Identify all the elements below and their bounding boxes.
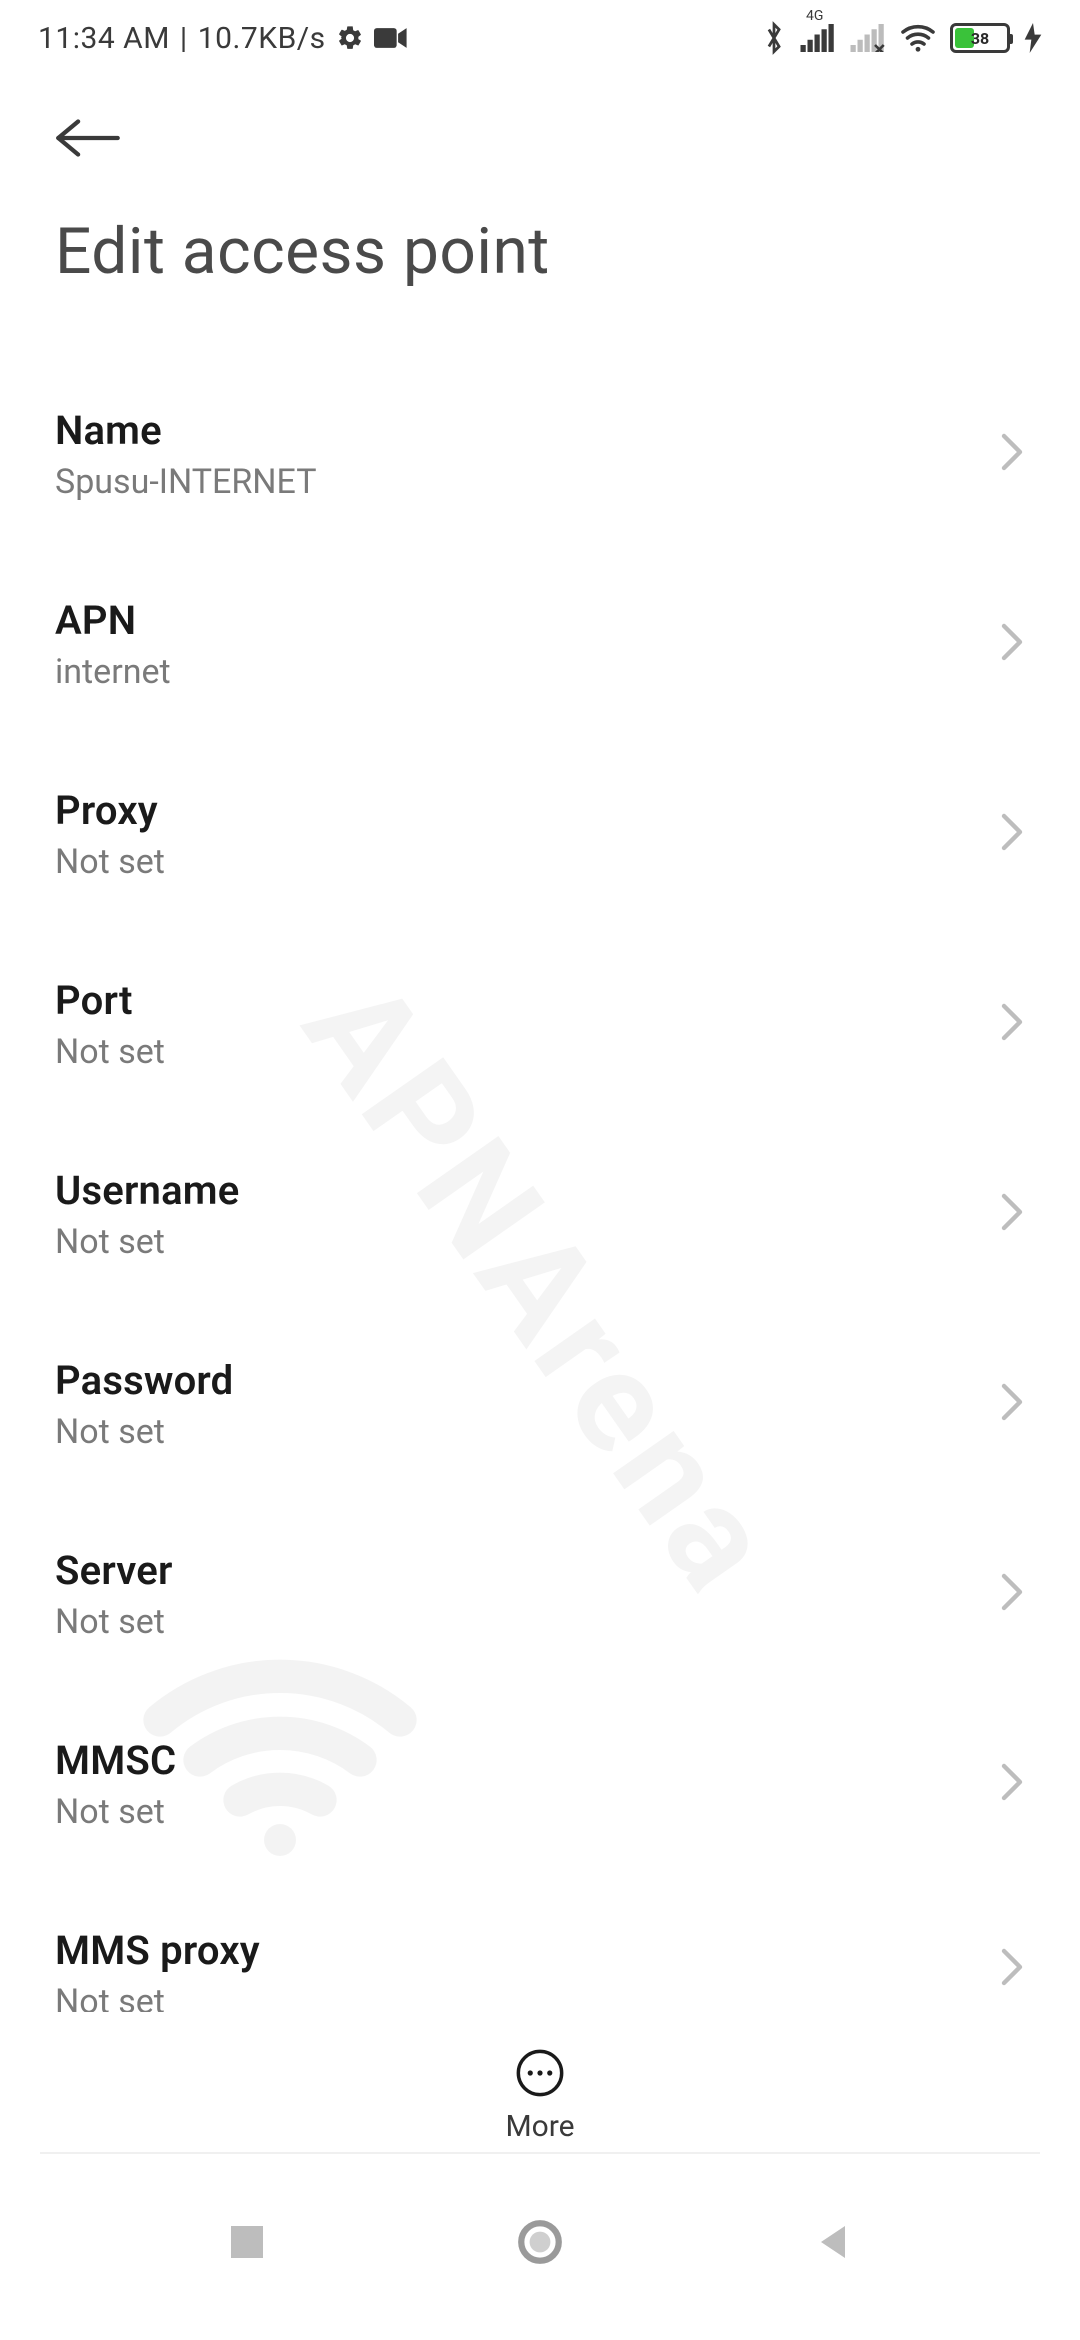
status-separator: | — [180, 21, 188, 56]
settings-list: Name Spusu-INTERNET APN internet Proxy N… — [0, 359, 1080, 2059]
setting-label: MMSC — [55, 1737, 176, 1784]
gear-icon — [336, 24, 364, 52]
bluetooth-icon — [762, 21, 786, 55]
chevron-right-icon — [999, 812, 1025, 856]
chevron-right-icon — [999, 1572, 1025, 1616]
setting-value: Not set — [55, 1602, 173, 1642]
nav-home-button[interactable] — [510, 2212, 570, 2272]
signal-nosim-icon — [850, 24, 886, 52]
chevron-right-icon — [999, 432, 1025, 476]
setting-label: Proxy — [55, 787, 165, 834]
setting-value: Not set — [55, 1982, 260, 2012]
signal-4g-icon: 4G — [800, 24, 836, 52]
square-icon — [227, 2222, 267, 2262]
setting-row-mms-proxy[interactable]: MMS proxy Not set — [0, 1879, 1080, 2059]
setting-row-proxy[interactable]: Proxy Not set — [0, 739, 1080, 929]
status-bar: 11:34 AM | 10.7KB/s 4G 38 — [0, 0, 1080, 66]
camera-icon — [374, 25, 408, 51]
setting-value: Not set — [55, 1792, 176, 1832]
wifi-icon — [900, 23, 936, 53]
status-network-speed: 10.7KB/s — [198, 21, 326, 56]
setting-label: APN — [55, 597, 171, 644]
setting-value: internet — [55, 652, 171, 692]
chevron-right-icon — [999, 1947, 1025, 1991]
chevron-right-icon — [999, 1002, 1025, 1046]
more-button[interactable]: More — [0, 2041, 1080, 2144]
chevron-right-icon — [999, 622, 1025, 666]
setting-row-port[interactable]: Port Not set — [0, 929, 1080, 1119]
setting-label: Port — [55, 977, 165, 1024]
more-label: More — [505, 2109, 574, 2144]
setting-row-password[interactable]: Password Not set — [0, 1309, 1080, 1499]
nav-recent-button[interactable] — [217, 2212, 277, 2272]
arrow-left-icon — [55, 116, 121, 160]
setting-row-name[interactable]: Name Spusu-INTERNET — [0, 359, 1080, 549]
back-button[interactable] — [55, 116, 121, 164]
more-icon — [514, 2047, 566, 2103]
page-title: Edit access point — [0, 174, 1080, 359]
setting-label: MMS proxy — [55, 1927, 260, 1974]
status-time: 11:34 AM — [38, 21, 170, 56]
setting-label: Password — [55, 1357, 233, 1404]
setting-label: Name — [55, 407, 317, 454]
chevron-right-icon — [999, 1382, 1025, 1426]
setting-value: Not set — [55, 842, 165, 882]
setting-label: Username — [55, 1167, 239, 1214]
chevron-right-icon — [999, 1762, 1025, 1806]
setting-value: Not set — [55, 1222, 239, 1262]
setting-value: Not set — [55, 1032, 165, 1072]
setting-value: Spusu-INTERNET — [55, 462, 317, 502]
circle-icon — [515, 2217, 565, 2267]
setting-value: Not set — [55, 1412, 233, 1452]
nav-back-button[interactable] — [803, 2212, 863, 2272]
charging-icon — [1024, 23, 1042, 53]
battery-icon: 38 — [950, 23, 1010, 53]
triangle-left-icon — [813, 2222, 853, 2262]
system-nav-bar — [0, 2154, 1080, 2340]
setting-row-username[interactable]: Username Not set — [0, 1119, 1080, 1309]
setting-row-server[interactable]: Server Not set — [0, 1499, 1080, 1689]
setting-label: Server — [55, 1547, 173, 1594]
setting-row-mmsc[interactable]: MMSC Not set — [0, 1689, 1080, 1879]
setting-row-apn[interactable]: APN internet — [0, 549, 1080, 739]
chevron-right-icon — [999, 1192, 1025, 1236]
